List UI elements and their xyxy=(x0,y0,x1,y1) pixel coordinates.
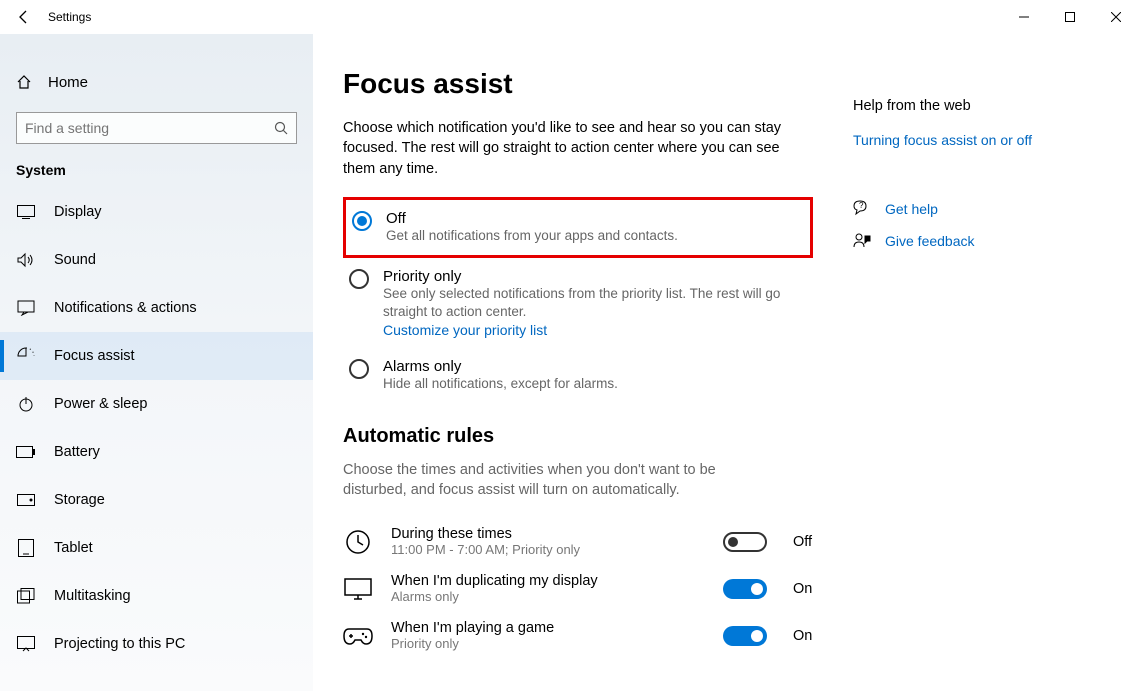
sidebar-item-battery[interactable]: Battery xyxy=(0,428,313,476)
sidebar-item-label: Multitasking xyxy=(54,588,131,604)
back-button[interactable] xyxy=(0,0,48,34)
rule-title: When I'm duplicating my display xyxy=(391,573,705,589)
option-title: Alarms only xyxy=(383,358,807,375)
home-label: Home xyxy=(48,74,88,91)
option-off[interactable]: Off Get all notifications from your apps… xyxy=(343,197,813,258)
notifications-icon xyxy=(16,300,36,316)
help-chat-icon: ? xyxy=(853,200,871,218)
gamepad-icon xyxy=(343,621,373,651)
option-sub: Get all notifications from your apps and… xyxy=(386,227,804,245)
sidebar-item-label: Projecting to this PC xyxy=(54,636,185,652)
maximize-button[interactable] xyxy=(1047,0,1093,34)
toggle-state: Off xyxy=(793,534,823,550)
toggle-on[interactable] xyxy=(723,626,767,646)
sidebar-item-projecting[interactable]: Projecting to this PC xyxy=(0,620,313,668)
rule-sub: Priority only xyxy=(391,636,705,651)
page-title: Focus assist xyxy=(343,68,823,100)
radio-icon xyxy=(349,269,369,289)
toggle-on[interactable] xyxy=(723,579,767,599)
sidebar-item-label: Storage xyxy=(54,492,105,508)
give-feedback-link[interactable]: Give feedback xyxy=(885,233,975,249)
focus-assist-options: Off Get all notifications from your apps… xyxy=(343,197,823,403)
home-icon xyxy=(16,74,32,90)
storage-icon xyxy=(16,494,36,506)
svg-text:?: ? xyxy=(859,201,864,210)
sidebar-item-label: Battery xyxy=(54,444,100,460)
main-content: Focus assist Choose which notification y… xyxy=(313,34,853,691)
sidebar-item-tablet[interactable]: Tablet xyxy=(0,524,313,572)
sidebar-item-focus-assist[interactable]: Focus assist xyxy=(0,332,313,380)
rule-title: During these times xyxy=(391,526,705,542)
minimize-button[interactable] xyxy=(1001,0,1047,34)
rule-sub: Alarms only xyxy=(391,589,705,604)
rule-title: When I'm playing a game xyxy=(391,620,705,636)
option-sub: Hide all notifications, except for alarm… xyxy=(383,375,807,393)
display-icon xyxy=(16,205,36,219)
search-icon xyxy=(274,121,288,135)
battery-icon xyxy=(16,446,36,458)
home-nav[interactable]: Home xyxy=(0,62,313,102)
get-help-link[interactable]: Get help xyxy=(885,201,938,217)
sidebar-item-display[interactable]: Display xyxy=(0,188,313,236)
option-priority-only[interactable]: Priority only See only selected notifica… xyxy=(343,258,813,347)
monitor-icon xyxy=(343,574,373,604)
customize-priority-link[interactable]: Customize your priority list xyxy=(383,322,807,338)
projecting-icon xyxy=(16,636,36,652)
rule-duplicating-display[interactable]: When I'm duplicating my display Alarms o… xyxy=(343,565,823,612)
option-title: Priority only xyxy=(383,268,807,285)
rule-during-times[interactable]: During these times 11:00 PM - 7:00 AM; P… xyxy=(343,518,823,565)
automatic-rules-heading: Automatic rules xyxy=(343,425,823,448)
option-alarms-only[interactable]: Alarms only Hide all notifications, exce… xyxy=(343,348,813,403)
search-box[interactable] xyxy=(16,112,297,144)
power-icon xyxy=(16,396,36,412)
get-help-row[interactable]: ? Get help xyxy=(853,200,1093,218)
sidebar-item-label: Power & sleep xyxy=(54,396,148,412)
page-description: Choose which notification you'd like to … xyxy=(343,118,783,179)
help-link-focus-assist[interactable]: Turning focus assist on or off xyxy=(853,132,1093,148)
sidebar: Home System Display Sound xyxy=(0,34,313,691)
sound-icon xyxy=(16,252,36,268)
sidebar-item-power[interactable]: Power & sleep xyxy=(0,380,313,428)
option-title: Off xyxy=(386,210,804,227)
category-heading: System xyxy=(0,144,313,188)
sidebar-item-label: Display xyxy=(54,204,102,220)
sidebar-item-storage[interactable]: Storage xyxy=(0,476,313,524)
toggle-off[interactable] xyxy=(723,532,767,552)
rule-sub: 11:00 PM - 7:00 AM; Priority only xyxy=(391,542,705,557)
feedback-icon xyxy=(853,232,871,250)
automatic-rules-description: Choose the times and activities when you… xyxy=(343,460,783,501)
multitasking-icon xyxy=(16,588,36,604)
sidebar-item-label: Focus assist xyxy=(54,348,135,364)
titlebar: Settings xyxy=(0,0,1139,34)
help-panel: Help from the web Turning focus assist o… xyxy=(853,34,1113,691)
toggle-state: On xyxy=(793,628,823,644)
help-heading: Help from the web xyxy=(853,98,1093,114)
rule-playing-game[interactable]: When I'm playing a game Priority only On xyxy=(343,612,823,659)
toggle-state: On xyxy=(793,581,823,597)
window-title: Settings xyxy=(48,10,91,24)
sidebar-item-label: Tablet xyxy=(54,540,93,556)
focus-assist-icon xyxy=(16,347,36,365)
sidebar-item-label: Notifications & actions xyxy=(54,300,197,316)
give-feedback-row[interactable]: Give feedback xyxy=(853,232,1093,250)
sidebar-item-multitasking[interactable]: Multitasking xyxy=(0,572,313,620)
radio-selected-icon xyxy=(352,211,372,231)
search-input[interactable] xyxy=(25,120,274,136)
sidebar-item-notifications[interactable]: Notifications & actions xyxy=(0,284,313,332)
clock-icon xyxy=(343,527,373,557)
option-sub: See only selected notifications from the… xyxy=(383,285,807,321)
radio-icon xyxy=(349,359,369,379)
tablet-icon xyxy=(16,539,36,557)
sidebar-item-sound[interactable]: Sound xyxy=(0,236,313,284)
sidebar-item-label: Sound xyxy=(54,252,96,268)
close-button[interactable] xyxy=(1093,0,1139,34)
